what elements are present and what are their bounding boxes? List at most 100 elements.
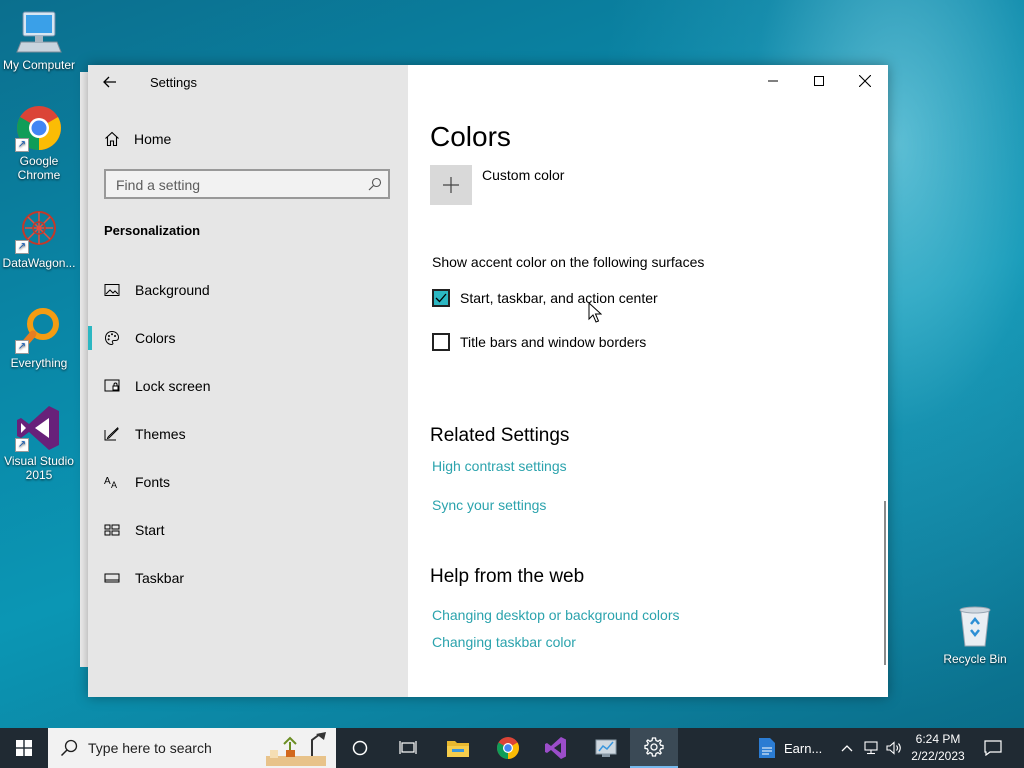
cortana-button[interactable] xyxy=(336,728,384,768)
shortcut-arrow-icon: ↗ xyxy=(15,438,29,452)
taskbar-search-box[interactable]: Type here to search xyxy=(48,728,336,768)
checkbox-box[interactable] xyxy=(432,333,450,351)
home-nav-item[interactable]: Home xyxy=(104,129,171,149)
nav-item-background[interactable]: Background xyxy=(88,267,408,313)
desktop-icon-recycle-bin[interactable]: Recycle Bin xyxy=(936,602,1014,666)
checkmark-icon xyxy=(435,293,447,303)
desktop-icon-everything[interactable]: ↗ Everything xyxy=(0,306,78,370)
chrome-icon xyxy=(497,737,519,759)
link-sync-your-settings[interactable]: Sync your settings xyxy=(432,497,546,513)
desktop-icon-label: Everything xyxy=(10,356,68,370)
checkbox-label: Title bars and window borders xyxy=(460,334,647,350)
nav-item-label: Background xyxy=(135,282,210,298)
shortcut-arrow-icon: ↗ xyxy=(15,138,29,152)
checkbox-title-bars-window-borders[interactable]: Title bars and window borders xyxy=(432,331,646,353)
accent-surfaces-label: Show accent color on the following surfa… xyxy=(432,254,705,270)
search-highlight-illustration-icon xyxy=(260,730,334,766)
recycle-bin-icon xyxy=(951,602,999,650)
find-setting-input[interactable] xyxy=(114,175,358,195)
minimize-icon xyxy=(768,80,778,82)
nav-item-themes[interactable]: Themes xyxy=(88,411,408,457)
taskbar: Type here to search Earn... 6:24 PM 2/22… xyxy=(0,728,1024,768)
desktop-icon-visual-studio[interactable]: ↗ Visual Studio 2015 xyxy=(0,404,78,482)
gear-icon xyxy=(644,737,664,757)
nav-item-label: Taskbar xyxy=(135,570,185,586)
maximize-button[interactable] xyxy=(796,65,842,97)
custom-color-button[interactable] xyxy=(430,165,472,205)
cortana-circle-icon xyxy=(352,740,368,756)
network-icon xyxy=(864,741,878,755)
find-setting-box[interactable] xyxy=(104,169,390,199)
desktop-icon-my-computer[interactable]: My Computer xyxy=(0,8,78,72)
section-heading: Personalization xyxy=(104,223,201,238)
document-app-icon xyxy=(759,738,775,758)
task-view-icon xyxy=(399,741,417,754)
checkbox-label: Start, taskbar, and action center xyxy=(460,290,658,306)
datawagon-icon: ↗ xyxy=(15,206,63,254)
nav-item-start[interactable]: Start xyxy=(88,507,408,553)
show-hidden-icons-button[interactable] xyxy=(838,728,856,768)
link-high-contrast-settings[interactable]: High contrast settings xyxy=(432,458,567,474)
home-icon xyxy=(105,131,119,147)
search-icon xyxy=(60,739,78,757)
desktop-icon-datawagon[interactable]: ↗ DataWagon... xyxy=(0,206,78,270)
task-view-button[interactable] xyxy=(384,728,432,768)
desktop-icon-google-chrome[interactable]: ↗ Google Chrome xyxy=(0,104,78,182)
clock-date: 2/22/2023 xyxy=(911,749,965,763)
running-app-earn[interactable]: Earn... xyxy=(752,728,832,768)
nav-item-taskbar[interactable]: Taskbar xyxy=(88,555,408,601)
chrome-taskbar-button[interactable] xyxy=(484,728,532,768)
settings-window: Settings Home Personalization Background xyxy=(88,65,888,697)
computer-icon xyxy=(15,8,63,56)
help-from-web-heading: Help from the web xyxy=(430,566,585,587)
settings-content: Colors Custom color Show accent color on… xyxy=(408,65,888,697)
window-controls xyxy=(750,65,888,97)
home-label: Home xyxy=(134,131,172,147)
link-changing-desktop-background-colors[interactable]: Changing desktop or background colors xyxy=(432,607,680,623)
checkbox-start-taskbar-action-center[interactable]: Start, taskbar, and action center xyxy=(432,287,658,309)
visual-studio-taskbar-button[interactable] xyxy=(532,728,580,768)
network-tray-button[interactable] xyxy=(860,728,882,768)
chevron-up-icon xyxy=(841,745,853,752)
nav-item-label: Fonts xyxy=(135,474,171,490)
close-button[interactable] xyxy=(842,65,888,97)
nav-item-label: Themes xyxy=(135,426,186,442)
windows-logo-icon xyxy=(16,740,32,756)
svg-text:A: A xyxy=(104,476,111,487)
themes-icon xyxy=(104,427,119,441)
control-panel-icon xyxy=(595,739,617,757)
chrome-icon: ↗ xyxy=(15,104,63,152)
custom-color-label: Custom color xyxy=(482,167,565,183)
volume-tray-button[interactable] xyxy=(884,728,904,768)
nav-item-label: Lock screen xyxy=(135,378,211,394)
control-panel-taskbar-button[interactable] xyxy=(582,728,630,768)
nav-item-fonts[interactable]: A A Fonts xyxy=(88,459,408,505)
content-scrollbar[interactable] xyxy=(884,501,886,665)
taskbar-clock[interactable]: 6:24 PM 2/22/2023 xyxy=(906,731,970,765)
start-button[interactable] xyxy=(0,728,48,768)
desktop-icon-label: My Computer xyxy=(2,58,76,72)
taskbar-icon xyxy=(104,573,120,583)
close-icon xyxy=(859,75,871,87)
back-button[interactable] xyxy=(102,71,124,93)
nav-item-lock-screen[interactable]: Lock screen xyxy=(88,363,408,409)
settings-taskbar-button[interactable] xyxy=(630,728,678,768)
settings-sidebar: Settings Home Personalization Background xyxy=(88,65,408,697)
active-indicator xyxy=(88,326,92,350)
lock-screen-icon xyxy=(104,379,120,392)
svg-text:A: A xyxy=(111,480,117,490)
file-explorer-button[interactable] xyxy=(434,728,482,768)
notification-icon xyxy=(984,740,1002,756)
mouse-cursor-icon xyxy=(588,302,602,323)
minimize-button[interactable] xyxy=(750,65,796,97)
page-title: Colors xyxy=(430,121,511,152)
visual-studio-icon: ↗ xyxy=(15,404,63,452)
checkbox-box[interactable] xyxy=(432,289,450,307)
nav-item-label: Colors xyxy=(135,330,176,346)
action-center-button[interactable] xyxy=(978,728,1008,768)
link-changing-taskbar-color[interactable]: Changing taskbar color xyxy=(432,634,576,650)
taskbar-search-placeholder: Type here to search xyxy=(88,740,212,756)
desktop-icon-label: Recycle Bin xyxy=(943,652,1007,666)
nav-item-label: Start xyxy=(135,522,165,538)
nav-item-colors[interactable]: Colors xyxy=(88,315,408,361)
